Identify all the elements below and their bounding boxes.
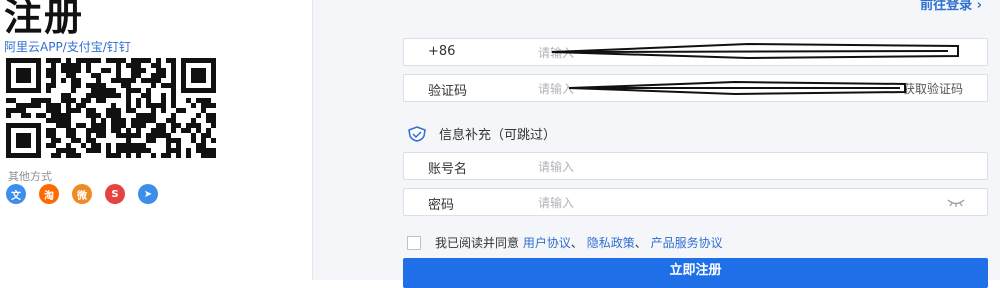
user-agreement-link[interactable]: 用户协议 [523,236,571,250]
other-login-icons: 文淘微 S ➤ [6,184,158,204]
sina-login-icon[interactable]: S [105,184,125,204]
agreement-row: 我已阅读并同意 用户协议、 隐私政策、 产品服务协议 [407,234,723,251]
eye-closed-icon[interactable] [947,197,965,207]
strike-arrow-2 [568,80,906,96]
shield-check-icon [408,125,426,142]
account-input[interactable]: 请输入 [538,158,574,175]
register-button[interactable]: 立即注册 [403,258,988,288]
weibo-login-icon[interactable]: 微 [72,184,92,204]
agreement-sep-2: 、 [634,236,647,250]
agreement-text: 我已阅读并同意 [435,236,520,250]
product-service-agreement-link[interactable]: 产品服务协议 [651,236,723,250]
qr-code [6,58,216,158]
left-panel: 注册 阿里云APP/支付宝/钉钉 其他方式 文淘微 S ➤ [0,0,312,280]
agreement-checkbox[interactable] [407,235,421,250]
goto-login-link[interactable]: 前往登录 › [920,0,982,13]
strike-arrow-1 [551,42,959,60]
page-title: 注册 [4,0,85,39]
other-methods-label: 其他方式 [8,170,52,183]
account-label: 账号名 [428,162,468,177]
password-field[interactable]: 密码 请输入 [403,188,988,216]
info-section-title: 信息补充（可跳过） [439,128,557,143]
info-section: 信息补充（可跳过） [407,124,556,143]
password-label: 密码 [428,198,455,213]
wenwen-login-icon[interactable]: 文 [6,184,26,204]
phone-prefix[interactable]: +86 [428,44,455,59]
taobao-login-icon[interactable]: 淘 [39,184,59,204]
scan-tip: 阿里云APP/支付宝/钉钉 [4,40,131,54]
agreement-sep-1: 、 [570,236,583,250]
sms-code-label: 验证码 [428,84,468,99]
privacy-policy-link[interactable]: 隐私政策 [587,236,635,250]
password-input[interactable]: 请输入 [538,194,574,211]
telegram-login-icon[interactable]: ➤ [138,184,158,204]
account-field[interactable]: 账号名 请输入 [403,152,988,180]
